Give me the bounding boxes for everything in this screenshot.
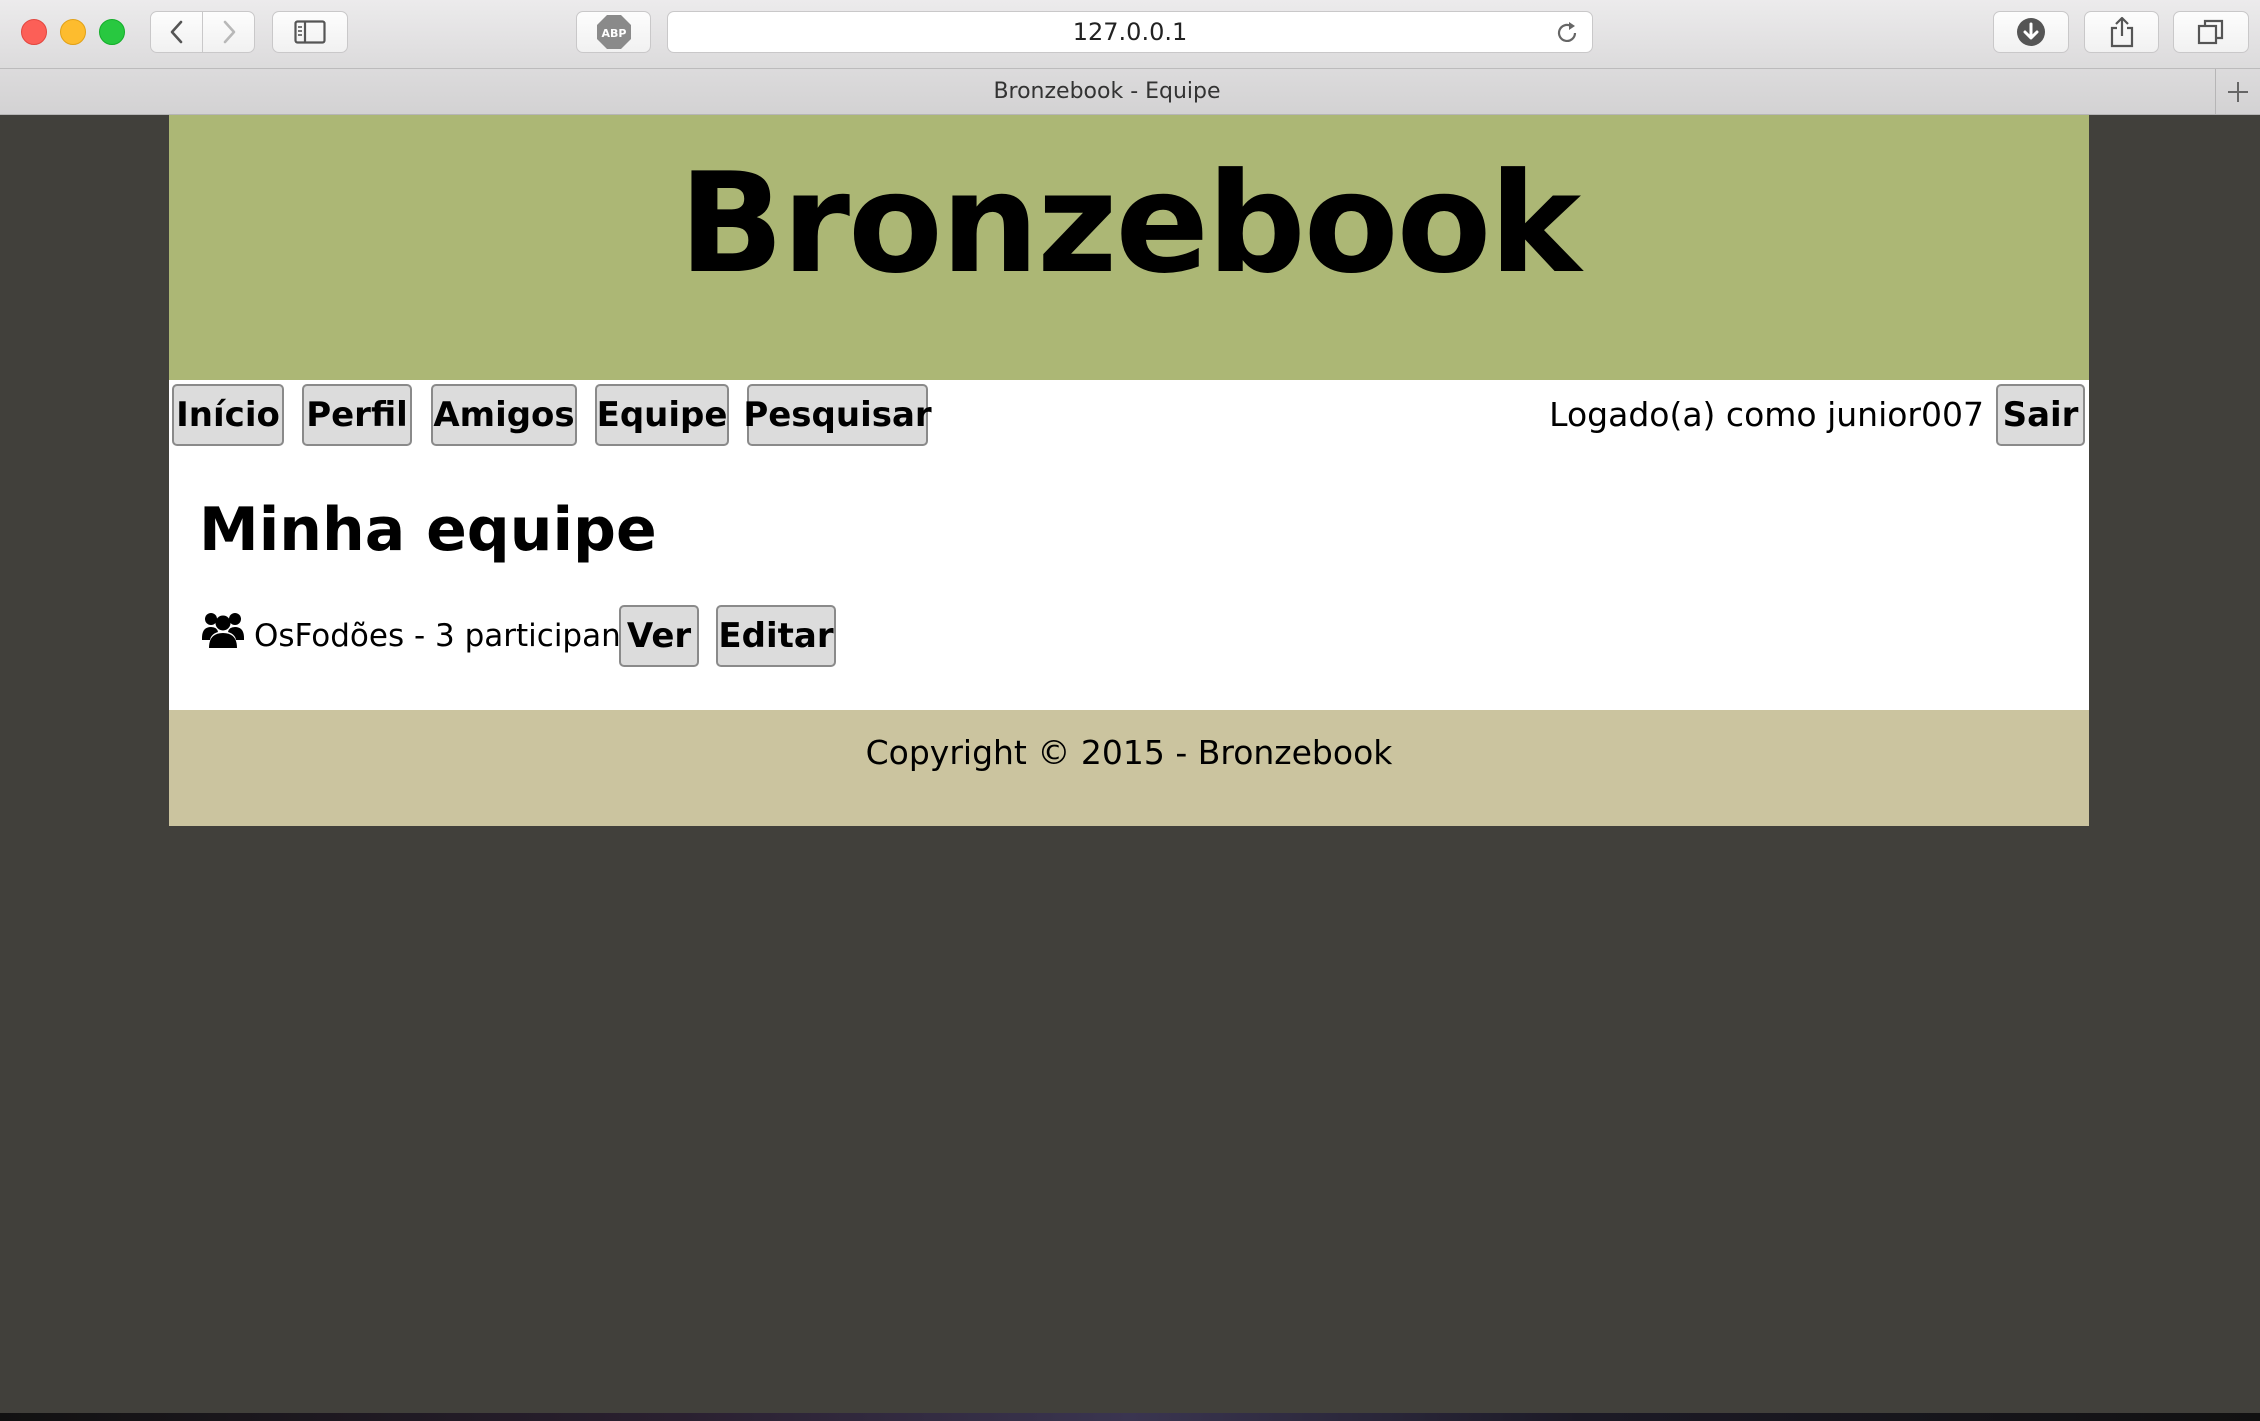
page-title: Minha equipe xyxy=(199,495,657,565)
plus-icon xyxy=(2228,81,2248,102)
window-minimize-button[interactable] xyxy=(60,19,86,45)
main-content: Início Perfil Amigos Equipe Pesquisar Lo… xyxy=(169,380,2089,710)
copyright-text: Copyright © 2015 - Bronzebook xyxy=(865,733,1393,772)
site-footer: Copyright © 2015 - Bronzebook xyxy=(169,710,2089,826)
reload-icon[interactable] xyxy=(1554,20,1580,46)
adblock-icon: ABP xyxy=(596,15,631,49)
sidebar-icon xyxy=(294,20,326,44)
window-maximize-button[interactable] xyxy=(99,19,125,45)
browser-toolbar: ABP 127.0.0.1 xyxy=(0,0,2260,69)
logout-button[interactable]: Sair xyxy=(1996,384,2085,446)
download-icon xyxy=(2017,18,2045,46)
view-team-button[interactable]: Ver xyxy=(619,605,699,667)
new-tab-button[interactable] xyxy=(2215,69,2260,114)
logged-in-status: Logado(a) como junior007 xyxy=(1549,395,1984,434)
window-close-button[interactable] xyxy=(21,19,47,45)
share-button[interactable] xyxy=(2084,11,2159,53)
active-tab[interactable]: Bronzebook - Equipe xyxy=(0,69,2214,114)
tabs-icon xyxy=(2197,19,2224,45)
tab-bar: Bronzebook - Equipe xyxy=(0,69,2260,115)
adblock-extension-button[interactable]: ABP xyxy=(576,11,651,53)
nav-inicio-button[interactable]: Início xyxy=(172,384,284,446)
site-header: Bronzebook xyxy=(169,115,2089,380)
desktop-background-strip xyxy=(0,1413,2260,1421)
site-title: Bronzebook xyxy=(678,143,1581,304)
url-text: 127.0.0.1 xyxy=(1072,18,1188,46)
team-row: OsFodões - 3 participante(s) Ver Editar xyxy=(201,604,1101,668)
chevron-right-icon xyxy=(223,20,235,44)
page-container: Bronzebook Início Perfil Amigos Equipe P… xyxy=(169,115,2089,826)
share-icon xyxy=(2110,16,2133,48)
svg-text:ABP: ABP xyxy=(601,27,626,40)
back-button[interactable] xyxy=(150,11,203,53)
downloads-button[interactable] xyxy=(1993,11,2069,53)
nav-amigos-button[interactable]: Amigos xyxy=(431,384,577,446)
nav-pesquisar-button[interactable]: Pesquisar xyxy=(743,384,932,446)
nav-bar: Início Perfil Amigos Equipe Pesquisar Lo… xyxy=(169,380,2089,450)
nav-perfil-button[interactable]: Perfil xyxy=(302,384,412,446)
nav-equipe-button[interactable]: Equipe xyxy=(595,384,729,446)
sidebar-toggle-button[interactable] xyxy=(272,11,348,53)
address-bar[interactable]: 127.0.0.1 xyxy=(667,11,1593,53)
edit-team-button[interactable]: Editar xyxy=(716,605,836,667)
chevron-left-icon xyxy=(170,20,182,44)
group-icon xyxy=(202,613,244,648)
forward-button[interactable] xyxy=(202,11,255,53)
show-tabs-button[interactable] xyxy=(2173,11,2249,53)
